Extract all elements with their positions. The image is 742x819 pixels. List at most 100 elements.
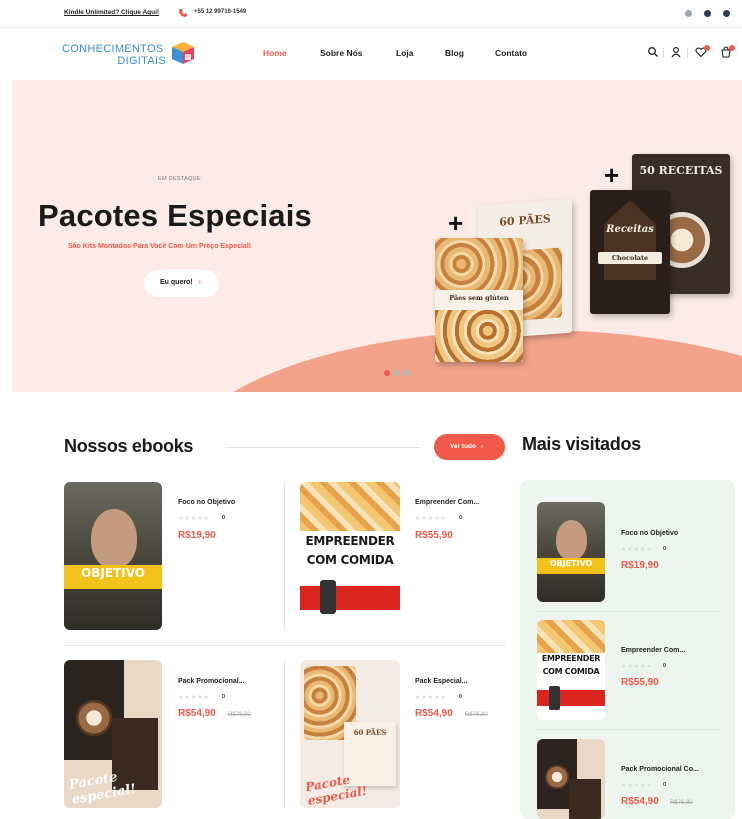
cover-chocolate-book [569, 779, 601, 819]
wishlist-badge [704, 45, 710, 51]
cover-empreender-line1: EMPREENDER [541, 654, 601, 663]
hero-cta-button[interactable]: Eu quero! › [144, 270, 219, 297]
instagram-icon[interactable] [704, 10, 711, 17]
cart-badge [729, 45, 735, 51]
product-thumb-pack-especial[interactable]: 60 PÃES Pacote especial! [300, 660, 400, 808]
cover-pacote-especial: Pacote especial! [68, 769, 138, 808]
kindle-promo-link[interactable]: Kindle Unlimited? Clique Aqui! [64, 9, 159, 16]
cover-word-objetivo: OBJETIVO [81, 566, 145, 581]
side-thumb-pack-promocional[interactable] [537, 739, 605, 819]
cover-food-photo [300, 482, 400, 531]
facebook-icon[interactable] [685, 10, 692, 17]
side-product-price: R$55,90 [621, 677, 659, 688]
product-price: R$54,90 [178, 708, 216, 719]
side-divider [536, 729, 720, 730]
top-bar: Kindle Unlimited? Clique Aqui! +55 12 99… [0, 0, 742, 28]
side-product-price: R$19,90 [621, 560, 659, 571]
bread-photo [435, 238, 523, 290]
bread-photo [435, 310, 523, 362]
cover-food-photo [537, 620, 605, 653]
star-rating-icon: ★★★★★ [178, 516, 210, 522]
book-chocolate-label: Chocolate [611, 254, 649, 262]
product-name[interactable]: Foco no Objetivo [178, 499, 235, 506]
slider-dot-3[interactable] [404, 370, 410, 376]
nav-sobre-nos[interactable]: Sobre Nós [320, 48, 363, 58]
hero-cta-label: Eu quero! [160, 279, 193, 286]
star-rating-icon: ★★★★★ [178, 695, 210, 701]
book-50-receitas-title: 50 RECEITAS [639, 164, 723, 177]
plus-icon: + [604, 160, 620, 190]
review-count: 0 [663, 663, 667, 669]
chevron-right-icon: › [198, 279, 202, 286]
star-rating-icon: ★★★★★ [621, 783, 653, 789]
slider-dot-1[interactable] [384, 370, 390, 376]
cover-empreender-line2: COM COMIDA [542, 667, 600, 676]
product-name[interactable]: Empreender Com... [415, 499, 479, 506]
nav-contato[interactable]: Contato [495, 48, 527, 58]
see-all-label: Ver tudo [450, 443, 477, 450]
cover-60-paes-title: 60 PÃES [353, 728, 387, 737]
star-rating-icon: ★★★★★ [621, 547, 653, 553]
phone-icon [179, 9, 187, 17]
review-count: 0 [663, 782, 667, 788]
nav-loja[interactable]: Loja [396, 48, 413, 58]
product-old-price: R$76,80 [465, 712, 488, 718]
pinterest-icon[interactable] [723, 10, 730, 17]
book-paes-sem-gluten: Pães sem glúten [435, 238, 523, 362]
chocolate-emblem [604, 200, 656, 280]
grid-divider [284, 482, 285, 630]
side-product-name[interactable]: Empreender Com... [621, 647, 685, 654]
coffee-cup-image [545, 765, 569, 789]
cover-red-band [300, 586, 400, 610]
phone-number[interactable]: +55 12 99716-1549 [194, 9, 246, 15]
nav-home[interactable]: Home [263, 48, 287, 58]
side-product-name[interactable]: Foco no Objetivo [621, 530, 678, 537]
cover-empreender-line1: EMPREENDER [305, 534, 395, 548]
side-thumb-foco[interactable]: OBJETIVO [537, 502, 605, 602]
side-product-old-price: R$76,80 [670, 800, 693, 806]
cover-face [91, 508, 137, 568]
side-divider [536, 611, 720, 612]
product-name[interactable]: Pack Especial... [415, 678, 468, 685]
cover-face [556, 520, 588, 560]
hero-banner: EM DESTAQUE Pacotes Especiais São Kits M… [12, 80, 742, 392]
section-title-most-visited: Mais visitados [522, 434, 641, 454]
review-count: 0 [459, 694, 463, 700]
book-receitas-title: Receitas [606, 224, 654, 235]
product-price: R$19,90 [178, 530, 216, 541]
hero-title: Pacotes Especiais [38, 198, 312, 233]
nav-blog[interactable]: Blog [445, 48, 464, 58]
review-count: 0 [663, 546, 667, 552]
logo-line1: CONHECIMENTOS [62, 43, 164, 55]
book-paes-sem-gluten-title: Pães sem glúten [449, 294, 509, 302]
search-icon[interactable] [647, 46, 659, 58]
section-divider [225, 447, 420, 448]
product-thumb-pack-promocional[interactable]: Pacote especial! [64, 660, 162, 808]
plus-icon: + [448, 208, 464, 238]
product-thumb-empreender[interactable]: EMPREENDER COM COMIDA [300, 482, 400, 630]
user-icon[interactable] [670, 46, 682, 58]
side-thumb-empreender[interactable]: EMPREENDER COM COMIDA [537, 620, 605, 720]
coffee-cup-image [76, 700, 112, 736]
chevron-right-icon: › [481, 443, 484, 450]
slider-dot-2[interactable] [394, 370, 400, 376]
product-thumb-foco[interactable]: OBJETIVO [64, 482, 162, 630]
star-rating-icon: ★★★★★ [415, 516, 447, 522]
site-logo[interactable]: CONHECIMENTOS DIGITAIS [62, 43, 172, 67]
side-product-name[interactable]: Pack Promocional Co... [621, 766, 699, 773]
cover-word-objetivo: OBJETIVO [549, 559, 593, 568]
cover-red-band [537, 690, 605, 706]
grid-divider [64, 645, 506, 646]
product-name[interactable]: Pack Promocional... [178, 678, 245, 685]
product-price: R$54,90 [415, 708, 453, 719]
product-price: R$55,90 [415, 530, 453, 541]
logo-cube-icon [172, 42, 194, 64]
header-divider [687, 48, 688, 58]
hero-kicker: EM DESTAQUE [158, 176, 201, 182]
review-count: 0 [222, 694, 226, 700]
book-receitas-chocolate: Receitas Chocolate [590, 190, 670, 314]
review-count: 0 [222, 515, 226, 521]
review-count: 0 [459, 515, 463, 521]
see-all-button[interactable]: Ver tudo › [434, 434, 505, 460]
logo-line2: DIGITAIS [117, 55, 166, 67]
